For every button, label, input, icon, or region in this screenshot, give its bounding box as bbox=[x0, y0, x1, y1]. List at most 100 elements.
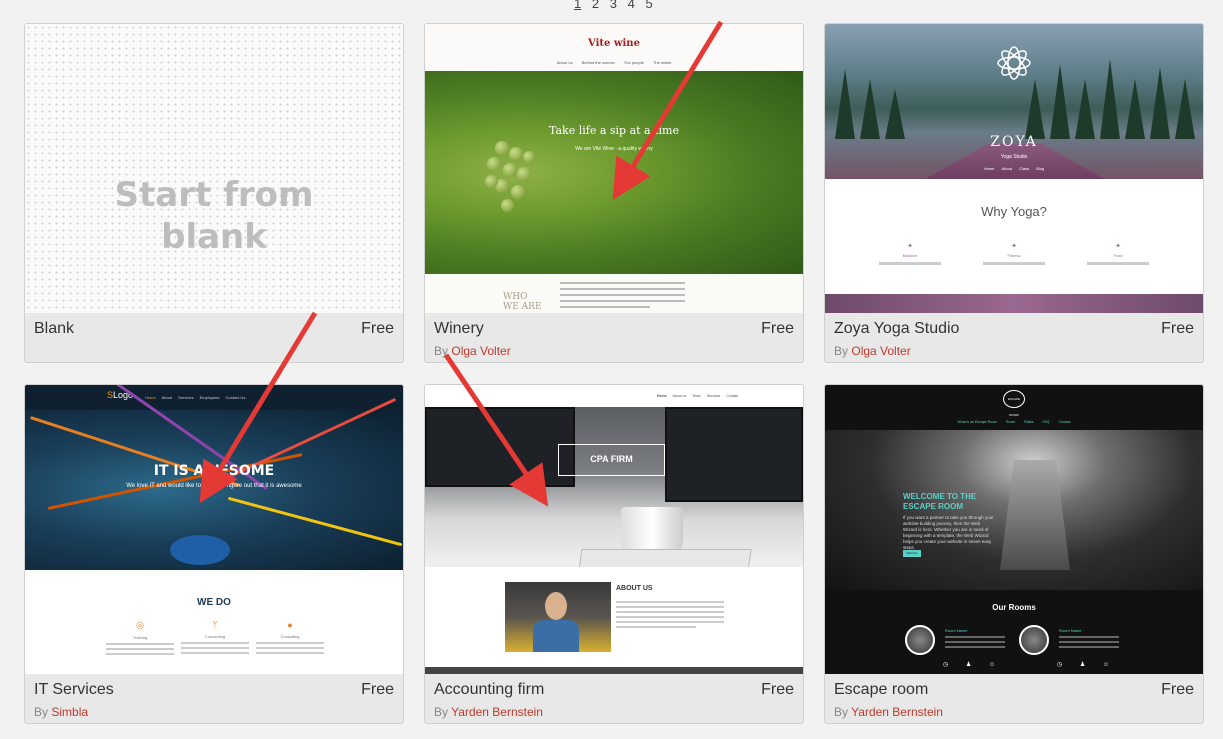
monitor-shape bbox=[425, 407, 575, 487]
template-card-winery[interactable]: Vite wine About us Behind the scenes The… bbox=[424, 23, 804, 363]
preview-logo: ZOYA bbox=[990, 134, 1038, 150]
text-line bbox=[1059, 641, 1119, 643]
tree-shape bbox=[1075, 79, 1095, 139]
room-stats-icons: ◷ ♟ ☺ bbox=[943, 662, 1004, 668]
template-author: By Yarden Bernstein bbox=[834, 705, 943, 719]
template-card-zoya-yoga[interactable]: ZOYA Yoga Studio Home About Class Blog W… bbox=[824, 23, 1204, 363]
text-line bbox=[616, 626, 696, 628]
person-shape bbox=[533, 620, 579, 652]
preview-logo: ESCAPE ROOM bbox=[1003, 390, 1025, 417]
template-preview[interactable]: Start from blank bbox=[25, 24, 403, 313]
corridor-shape bbox=[1000, 460, 1070, 570]
template-preview[interactable]: ESCAPE ROOM What is an Escape Room Room … bbox=[825, 385, 1203, 674]
preview-subtitle: We are Vite Wine - a quality winery bbox=[575, 146, 653, 152]
preview-nav-item: Services bbox=[178, 395, 194, 400]
room-name: Room Name bbox=[1059, 628, 1082, 633]
room-avatar bbox=[905, 625, 935, 655]
connect-icon: ᛘ bbox=[212, 620, 218, 630]
grape-shape bbox=[503, 163, 517, 177]
page-link-3[interactable]: 3 bbox=[610, 0, 617, 11]
template-name: Winery bbox=[434, 320, 484, 337]
text-line bbox=[560, 282, 685, 284]
grape-shape bbox=[523, 151, 535, 163]
preview-nav-item: FAQ bbox=[1042, 420, 1050, 424]
preview-nav: Home About us Team Services Contact bbox=[657, 394, 743, 398]
page-link-4[interactable]: 4 bbox=[628, 0, 635, 11]
preview-nav-item: Team bbox=[692, 394, 701, 398]
monitor-shape bbox=[665, 407, 803, 502]
chip-shape bbox=[170, 535, 230, 565]
preview-hero-image bbox=[425, 407, 803, 571]
template-author: By Simbla bbox=[34, 705, 89, 719]
preview-feature: ● Consulting bbox=[250, 620, 330, 654]
author-link[interactable]: Simbla bbox=[51, 705, 88, 719]
preview-nav-item: Class bbox=[1019, 166, 1030, 171]
template-name: Blank bbox=[34, 320, 75, 337]
cup-shape bbox=[621, 507, 683, 555]
template-card-escape-room[interactable]: ESCAPE ROOM What is an Escape Room Room … bbox=[824, 384, 1204, 724]
template-author: By Olga Volter bbox=[434, 344, 511, 358]
text-line bbox=[616, 601, 724, 603]
template-card-it-services[interactable]: SLogo Home About Services Employees Cont… bbox=[24, 384, 404, 724]
template-name: Zoya Yoga Studio bbox=[834, 320, 960, 337]
template-preview[interactable]: SLogo Home About Services Employees Cont… bbox=[25, 385, 403, 674]
grape-shape bbox=[487, 157, 501, 171]
template-preview[interactable]: Vite wine About us Behind the scenes The… bbox=[425, 24, 803, 313]
preview-heading: ABOUT US bbox=[616, 585, 653, 592]
dotted-background bbox=[25, 24, 403, 313]
author-link[interactable]: Olga Volter bbox=[451, 344, 510, 358]
tree-shape bbox=[1150, 67, 1170, 139]
template-info: Zoya Yoga Studio Free By Olga Volter bbox=[825, 313, 1203, 362]
preview-nav-item: What is an Escape Room bbox=[957, 420, 997, 424]
tree-shape bbox=[885, 89, 905, 139]
text-line bbox=[1059, 636, 1119, 638]
preview-nav: Home About Class Blog bbox=[825, 166, 1203, 171]
preview-feature: ✦ Balance bbox=[875, 242, 945, 265]
preview-logo: Vite wine bbox=[588, 38, 640, 49]
room-stats-icons: ◷ ♟ ☺ bbox=[1057, 662, 1118, 668]
preview-feature: ✦ Food bbox=[1083, 242, 1153, 265]
preview-button: Start Now bbox=[903, 550, 921, 557]
text-line bbox=[616, 611, 724, 613]
preview-nav-item: Home bbox=[983, 166, 995, 171]
template-info: Accounting firm Free By Yarden Bernstein bbox=[425, 674, 803, 723]
preview-header: SLogo Home About Services Employees Cont… bbox=[25, 385, 403, 410]
pagination: 1 2 3 4 5 bbox=[574, 0, 660, 11]
text-line bbox=[1059, 646, 1119, 648]
chat-icon: ● bbox=[287, 620, 293, 630]
preview-nav-item: Home bbox=[657, 394, 667, 398]
preview-nav-item: About bbox=[161, 395, 173, 400]
tree-shape bbox=[1125, 79, 1145, 139]
grape-shape bbox=[485, 175, 498, 188]
preview-header: Home About us Team Services Contact bbox=[425, 385, 803, 407]
preview-about-section: ABOUT US bbox=[425, 567, 803, 674]
page-link-5[interactable]: 5 bbox=[645, 0, 652, 11]
text-line bbox=[616, 621, 724, 623]
author-link[interactable]: Yarden Bernstein bbox=[451, 705, 543, 719]
preview-services-section: WE DO ◎ Training ᛘ Connecting ● Consulting bbox=[25, 570, 403, 674]
template-card-blank[interactable]: Start from blank Blank Free bbox=[24, 23, 404, 363]
person-photo bbox=[505, 582, 611, 652]
author-link[interactable]: Olga Volter bbox=[851, 344, 910, 358]
preview-about-section: WHO WE ARE bbox=[425, 274, 803, 313]
tree-shape bbox=[835, 69, 855, 139]
author-link[interactable]: Yarden Bernstein bbox=[851, 705, 943, 719]
template-preview[interactable]: Home About us Team Services Contact CPA … bbox=[425, 385, 803, 674]
room-name: Room Name bbox=[945, 628, 968, 633]
tree-shape bbox=[1050, 64, 1070, 139]
preview-hero-image bbox=[25, 385, 403, 570]
page-link-2[interactable]: 2 bbox=[592, 0, 599, 11]
template-author: By Olga Volter bbox=[834, 344, 911, 358]
template-card-accounting-firm[interactable]: Home About us Team Services Contact CPA … bbox=[424, 384, 804, 724]
grape-shape bbox=[517, 167, 531, 181]
preview-nav: What is an Escape Room Room Rates FAQ Co… bbox=[825, 420, 1203, 424]
preview-hero-image: ZOYA Yoga Studio Home About Class Blog bbox=[825, 24, 1203, 179]
template-preview[interactable]: ZOYA Yoga Studio Home About Class Blog W… bbox=[825, 24, 1203, 313]
page-link-1[interactable]: 1 bbox=[574, 0, 581, 11]
target-icon: ◎ bbox=[136, 620, 144, 630]
text-line bbox=[945, 636, 1005, 638]
tree-shape bbox=[860, 79, 880, 139]
template-name: Escape room bbox=[834, 681, 929, 698]
preview-feature: ◎ Training bbox=[100, 620, 180, 655]
preview-nav-item: Services bbox=[706, 394, 721, 398]
